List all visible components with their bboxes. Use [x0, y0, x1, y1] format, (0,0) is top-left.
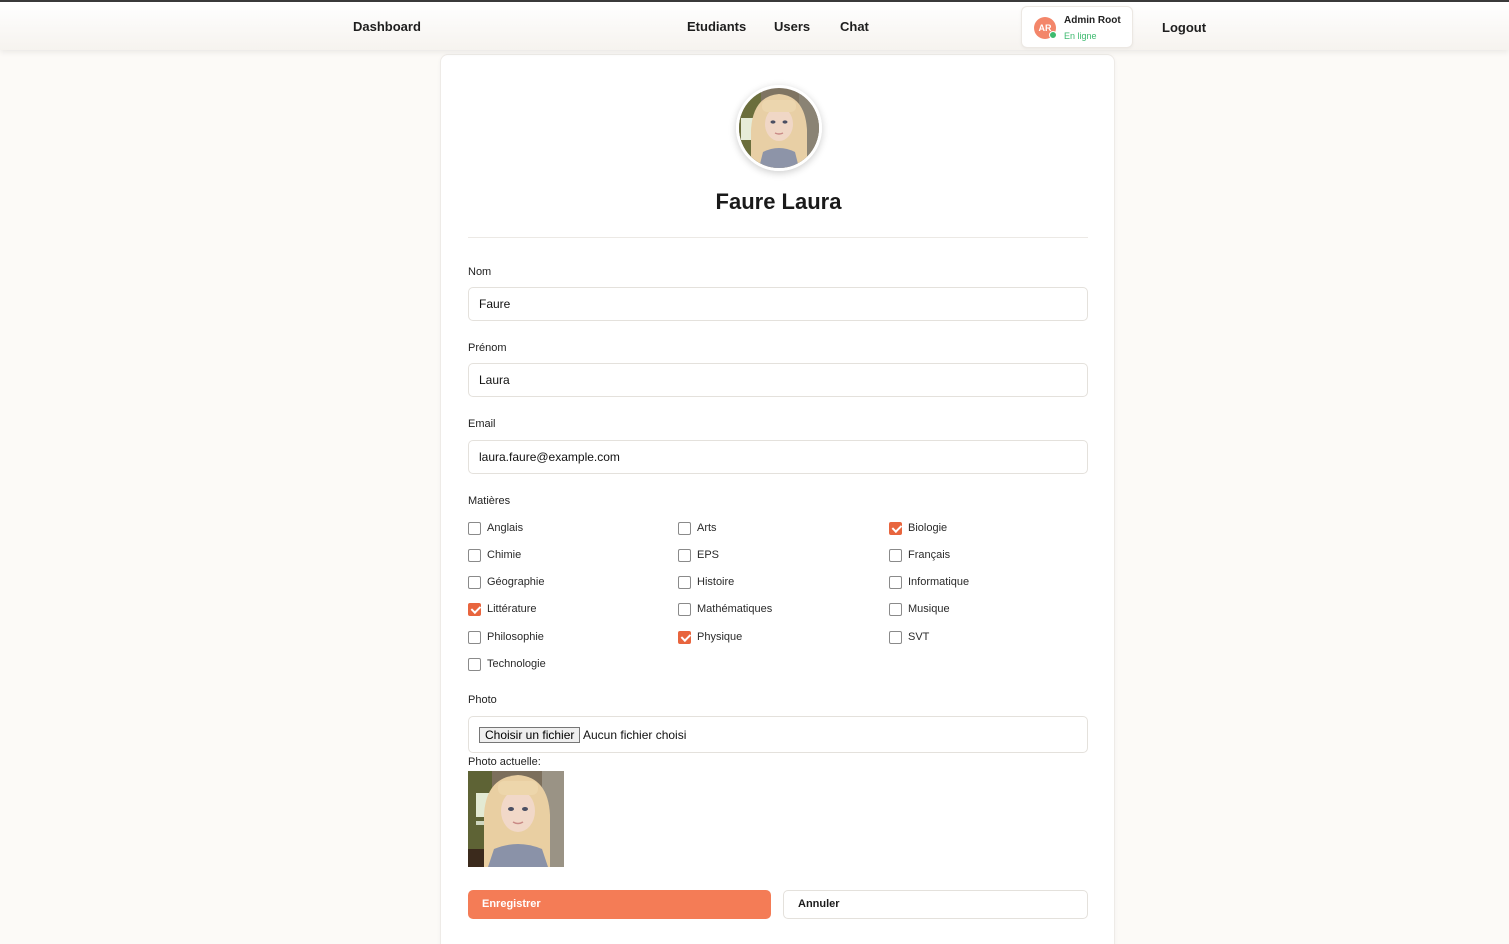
current-photo-image — [468, 771, 564, 867]
subject-label: Histoire — [697, 576, 735, 588]
profile-edit-card: Faure Laura Nom Faure Prénom Laura Email… — [440, 54, 1115, 944]
photo-file-input[interactable]: Choisir un fichier Aucun fichier choisi — [468, 716, 1088, 753]
nom-input[interactable]: Faure — [468, 287, 1088, 321]
subject-checkbox-eps[interactable]: EPS — [678, 547, 719, 563]
checkbox-box[interactable] — [678, 548, 691, 562]
checkbox-box[interactable] — [678, 521, 691, 535]
matieres-label: Matières — [468, 495, 511, 507]
nav-chat-link[interactable]: Chat — [840, 19, 869, 34]
checkbox-box[interactable] — [468, 602, 481, 616]
current-photo-label: Photo actuelle: — [468, 756, 541, 768]
email-label: Email — [468, 418, 496, 430]
subject-checkbox-chimie[interactable]: Chimie — [468, 547, 521, 563]
prenom-label: Prénom — [468, 342, 507, 354]
checkbox-box[interactable] — [678, 602, 691, 616]
subject-checkbox-mathematiques[interactable]: Mathématiques — [678, 601, 772, 617]
subject-checkbox-musique[interactable]: Musique — [889, 601, 950, 617]
online-status-dot — [1049, 31, 1057, 39]
subject-label: EPS — [697, 549, 720, 561]
checkbox-box[interactable] — [889, 521, 902, 535]
subject-label: Mathématiques — [697, 603, 773, 615]
user-menu[interactable]: AR Admin Root En ligne — [1021, 6, 1133, 48]
nav-users-link[interactable]: Users — [774, 19, 810, 34]
subject-checkbox-informatique[interactable]: Informatique — [889, 574, 969, 590]
top-navbar: Dashboard Etudiants Users Chat AR Admin … — [0, 0, 1509, 50]
prenom-input[interactable]: Laura — [468, 363, 1088, 397]
checkbox-box[interactable] — [468, 521, 481, 535]
file-status-text: Aucun fichier choisi — [583, 728, 687, 742]
logout-link[interactable]: Logout — [1162, 20, 1206, 35]
subject-label: Philosophie — [487, 631, 544, 643]
subject-label: Physique — [697, 631, 743, 643]
choose-file-button[interactable]: Choisir un fichier — [479, 727, 581, 743]
user-status: En ligne — [1064, 31, 1097, 41]
checkbox-box[interactable] — [468, 548, 481, 562]
subject-checkbox-philosophie[interactable]: Philosophie — [468, 629, 544, 645]
subject-label: Informatique — [908, 576, 970, 588]
subject-checkbox-histoire[interactable]: Histoire — [678, 574, 734, 590]
nom-label: Nom — [468, 266, 492, 278]
subject-checkbox-anglais[interactable]: Anglais — [468, 520, 523, 536]
checkbox-box[interactable] — [889, 630, 902, 644]
checkbox-box[interactable] — [468, 630, 481, 644]
subject-label: Arts — [697, 522, 717, 534]
profile-avatar — [736, 85, 822, 171]
checkbox-box[interactable] — [889, 602, 902, 616]
subject-checkbox-arts[interactable]: Arts — [678, 520, 717, 536]
subject-label: Musique — [908, 603, 950, 615]
checkbox-box[interactable] — [889, 575, 902, 589]
subject-checkbox-litterature[interactable]: Littérature — [468, 601, 537, 617]
subject-label: Géographie — [487, 576, 545, 588]
cancel-button[interactable]: Annuler — [783, 890, 1088, 919]
profile-name: Faure Laura — [715, 189, 842, 214]
subject-checkbox-geographie[interactable]: Géographie — [468, 574, 545, 590]
profile-photo-image — [739, 88, 819, 168]
checkbox-box[interactable] — [678, 575, 691, 589]
subject-label: Biologie — [908, 522, 948, 534]
divider — [468, 237, 1088, 238]
subject-checkbox-technologie[interactable]: Technologie — [468, 656, 546, 672]
checkbox-box[interactable] — [889, 548, 902, 562]
subject-checkbox-francais[interactable]: Français — [889, 547, 950, 563]
subject-label: Technologie — [487, 658, 546, 670]
checkbox-box[interactable] — [468, 657, 481, 671]
subject-label: Littérature — [487, 603, 537, 615]
nav-dashboard-link[interactable]: Dashboard — [353, 19, 421, 34]
checkbox-box[interactable] — [678, 630, 691, 644]
photo-label: Photo — [468, 694, 497, 706]
subject-checkbox-biologie[interactable]: Biologie — [889, 520, 947, 536]
checkbox-box[interactable] — [468, 575, 481, 589]
subject-checkbox-physique[interactable]: Physique — [678, 629, 742, 645]
subject-checkbox-svt[interactable]: SVT — [889, 629, 929, 645]
save-button[interactable]: Enregistrer — [468, 890, 771, 919]
email-input[interactable]: laura.faure@example.com — [468, 440, 1088, 474]
subject-label: SVT — [908, 631, 930, 643]
nav-etudiants-link[interactable]: Etudiants — [687, 19, 746, 34]
user-name: Admin Root — [1064, 15, 1121, 26]
subject-label: Anglais — [487, 522, 524, 534]
current-photo-thumbnail — [468, 771, 564, 867]
subject-label: Français — [908, 549, 951, 561]
subject-label: Chimie — [487, 549, 522, 561]
